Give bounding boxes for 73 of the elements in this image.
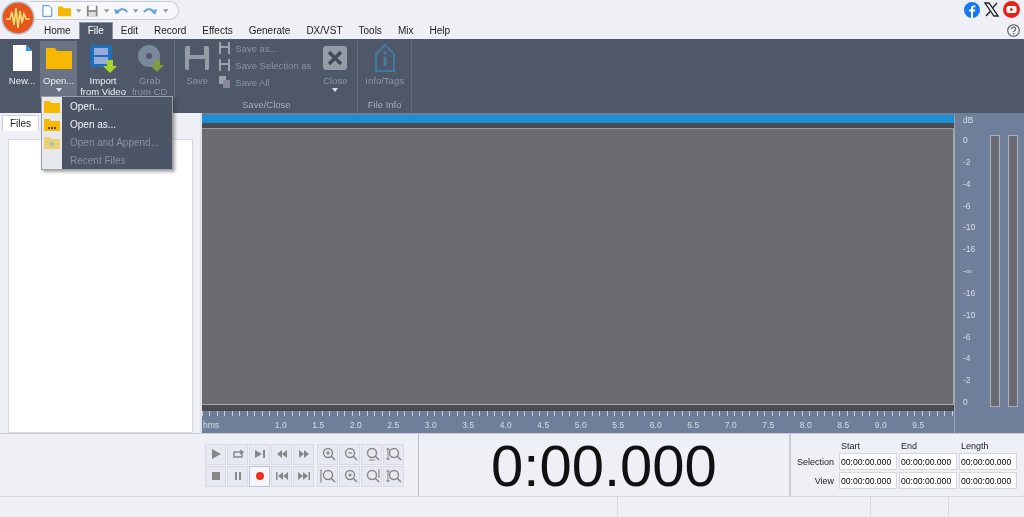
ribbon-button[interactable]: New... [4, 40, 40, 99]
zoom-vertical-button[interactable] [383, 465, 404, 487]
column-header: Length [960, 441, 990, 452]
zoom-left-icon [319, 469, 336, 484]
loop-button[interactable] [227, 443, 248, 465]
youtube-icon[interactable] [1003, 1, 1020, 18]
menu-tab[interactable]: Record [146, 21, 195, 39]
new-file-icon[interactable] [42, 3, 53, 18]
go-end-button[interactable] [293, 465, 314, 487]
loop-icon [230, 448, 245, 461]
menu-tab[interactable]: Help [421, 21, 458, 39]
column-header: Start [840, 441, 861, 452]
play-button[interactable] [205, 443, 226, 465]
menu-tab[interactable]: Mix [389, 21, 422, 39]
help-icon[interactable] [1007, 23, 1020, 37]
menu-tab[interactable]: Generate [240, 21, 299, 39]
menu-tab[interactable]: DX/VST [298, 21, 351, 39]
stop-button[interactable] [205, 465, 226, 487]
pause-button[interactable] [227, 465, 248, 487]
zoom-left-button[interactable] [317, 465, 338, 487]
column-header: End [900, 441, 918, 452]
zoom-right-button[interactable] [361, 465, 382, 487]
fast-forward-button[interactable] [293, 443, 314, 465]
time-display: 0:00.000 [419, 434, 791, 497]
menu-item[interactable]: Open... [42, 97, 172, 115]
go-end-icon [296, 470, 311, 483]
facebook-icon[interactable] [964, 1, 980, 18]
record-button[interactable] [249, 465, 270, 487]
ribbon-button[interactable]: Open... [40, 40, 78, 99]
time-field[interactable]: 00:00:00.000 [899, 453, 957, 471]
save-icon[interactable] [86, 3, 99, 18]
time-field[interactable]: 00:00:00.000 [959, 472, 1017, 490]
vertical-zoom-icon [385, 447, 402, 462]
file-list[interactable] [8, 139, 193, 434]
menu-tab[interactable]: Edit [112, 21, 147, 39]
time-field[interactable]: 00:00:00.000 [839, 472, 897, 490]
menu-tab[interactable]: Effects [194, 21, 241, 39]
zoom-in-button[interactable] [317, 443, 338, 465]
play-to-end-icon [252, 448, 267, 461]
caret-icon[interactable] [75, 8, 82, 13]
app-logo-icon[interactable] [1, 1, 35, 35]
caret-icon[interactable] [103, 8, 109, 13]
zoom-out-button[interactable] [339, 443, 360, 465]
folder-icon [44, 117, 60, 131]
play-to-end-button[interactable] [249, 443, 270, 465]
go-start-icon [274, 470, 289, 483]
menu-tab[interactable]: File [78, 21, 113, 39]
vertical-zoom-icon [385, 469, 402, 484]
panel-tab[interactable]: Files [2, 115, 40, 131]
zoom-vertical-button[interactable] [383, 443, 404, 465]
redo-icon[interactable] [143, 5, 158, 16]
menu-item[interactable]: Open as... [42, 115, 172, 133]
film-icon [88, 42, 119, 73]
zoom-selection-button[interactable] [339, 465, 360, 487]
zoom-full-button[interactable] [361, 443, 382, 465]
menu-tab[interactable]: Home [36, 21, 79, 39]
folder-plus-icon [44, 135, 60, 149]
rewind-button[interactable] [271, 443, 292, 465]
time-field[interactable]: 00:00:00.000 [899, 472, 957, 490]
group-label: Save/Close [241, 99, 292, 112]
time-field[interactable]: 00:00:00.000 [959, 453, 1017, 471]
row-label: View [813, 475, 835, 486]
caret-icon[interactable] [162, 8, 168, 13]
x-logo-icon[interactable] [984, 2, 999, 17]
go-start-button[interactable] [271, 465, 292, 487]
undo-icon[interactable] [113, 5, 129, 16]
group-label: File Info [366, 99, 403, 112]
row-label: Selection [795, 456, 835, 467]
menu-tab[interactable]: Tools [350, 21, 390, 39]
folder-icon[interactable] [57, 4, 71, 17]
time-field[interactable]: 00:00:00.000 [839, 453, 897, 471]
caret-icon[interactable] [133, 8, 139, 13]
fast-forward-icon [296, 448, 311, 461]
